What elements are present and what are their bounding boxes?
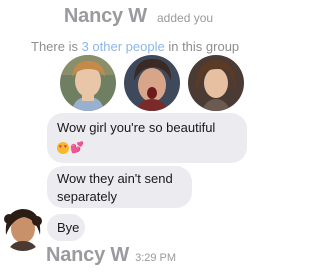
message-bubble[interactable]: Wow they ain't send separately <box>47 166 192 208</box>
info-prefix: There is <box>31 39 78 54</box>
member-avatar-1[interactable] <box>60 55 116 111</box>
group-member-info: There is 3 other people in this group <box>31 39 239 54</box>
sender-name[interactable]: Nancy W <box>46 244 129 266</box>
adder-name[interactable]: Nancy W <box>64 5 147 27</box>
member-avatar-3[interactable] <box>188 55 244 111</box>
message-text: Bye <box>57 220 80 235</box>
message-time: 3:29 PM <box>135 252 177 264</box>
info-suffix: in this group <box>168 39 240 54</box>
group-chat-screen: Nancy W added you There is 3 other people… <box>0 0 277 277</box>
other-people-link[interactable]: 3 other people <box>82 39 165 54</box>
member-avatars <box>60 55 250 113</box>
added-notice: Nancy W added you <box>0 5 277 28</box>
two-hearts-emoji-icon: 💕 <box>70 142 84 154</box>
message-text: Wow girl you're so beautiful <box>57 120 216 135</box>
message-bubble[interactable]: Bye <box>47 214 85 241</box>
message-text: Wow they ain't send separately <box>57 171 173 204</box>
message-footer: Nancy W 3:29 PM <box>46 244 176 267</box>
member-avatar-2[interactable] <box>124 55 180 111</box>
sender-avatar[interactable] <box>0 205 46 251</box>
emoji-row: ♥ ♥ 💕 <box>57 141 237 155</box>
message-bubble[interactable]: Wow girl you're so beautiful ♥ ♥ 💕 <box>47 113 247 163</box>
added-label: added you <box>157 11 214 25</box>
heart-eyes-emoji-icon: ♥ ♥ <box>57 142 69 154</box>
